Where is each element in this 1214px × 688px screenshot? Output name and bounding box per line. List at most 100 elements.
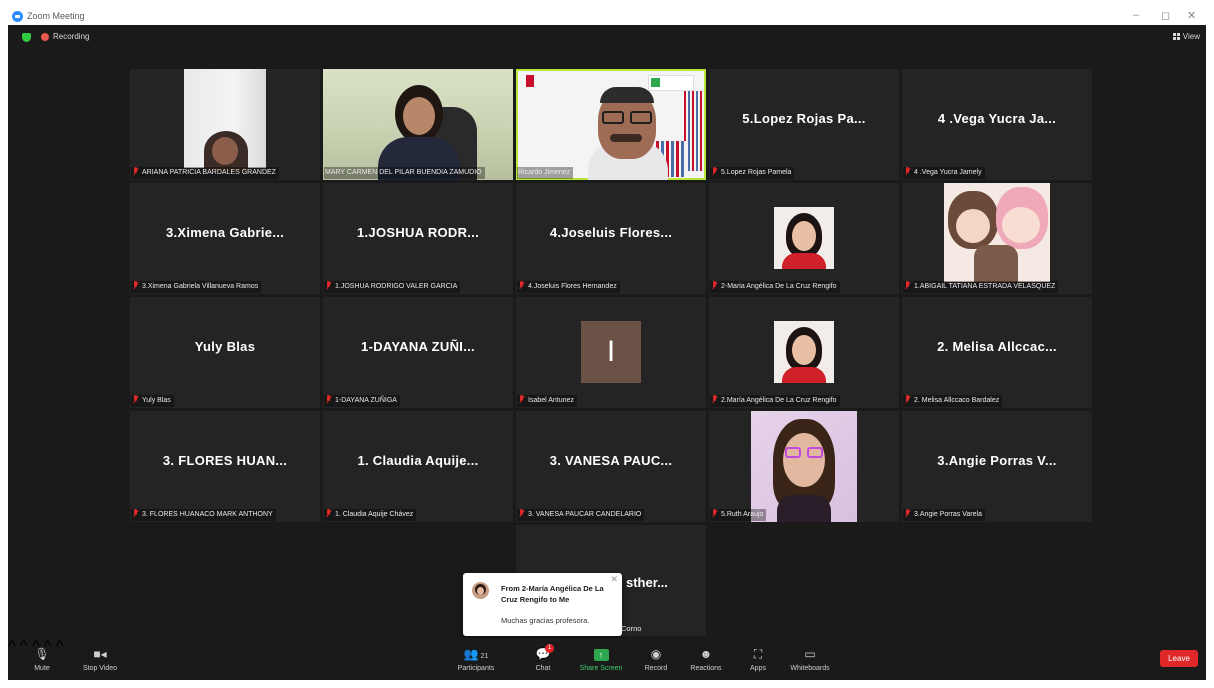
participant-display-name: Yuly Blas (194, 339, 256, 354)
maximize-button[interactable]: ◻ (1161, 9, 1170, 22)
video-options-chevron-icon[interactable]: ^ (20, 638, 28, 655)
sender-avatar (472, 582, 489, 599)
video-tile[interactable]: 5.Lopez Rojas Pa... 5.Lopez Rojas Pamela (709, 69, 899, 180)
participant-name: Ricardo Jimenez (517, 167, 574, 179)
participant-name: 5.Lopez Rojas Pamela (710, 167, 795, 179)
video-tile[interactable]: 1.JOSHUA RODR... 1.JOSHUA RODRIGO VALER … (323, 183, 513, 294)
video-tile[interactable]: 1-DAYANA ZUÑI... 1-DAYANA ZUÑIGA (323, 297, 513, 408)
participant-name: Isabel Antunez (517, 395, 577, 407)
security-shield-icon[interactable] (22, 33, 31, 42)
mic-muted-icon (904, 395, 912, 404)
participants-icon: 👥 21 (463, 647, 489, 661)
recording-label[interactable]: Recording (53, 32, 89, 41)
participant-display-name: 1. Claudia Aquije... (357, 453, 479, 468)
whiteboards-button[interactable]: ▭ Whiteboards (784, 638, 836, 672)
participant-name: 1.JOSHUA RODRIGO VALER GARCIA (324, 281, 461, 293)
participants-button[interactable]: 👥 21 Participants (452, 638, 500, 672)
mic-muted-icon (711, 167, 719, 176)
meeting-top-bar: Recording View (8, 25, 1206, 49)
participant-name: MARY CARMEN DEL PILAR BUENDIA ZAMUDIO (324, 167, 485, 179)
participant-display-name: 3.Ximena Gabrie... (165, 225, 285, 240)
video-tile[interactable]: 1. Claudia Aquije... 1. Claudia Aquije C… (323, 411, 513, 522)
zoom-window: Zoom Meeting – ◻ ✕ Recording View ARIANA… (8, 8, 1206, 680)
chat-unread-badge: 1 (545, 644, 554, 653)
meeting-toolbar: 🎙 Mute ^ ■◂ Stop Video ^ 👥 21 Participant… (8, 638, 1206, 680)
mute-label: Mute (34, 665, 50, 672)
video-tile[interactable]: 4 .Vega Yucra Ja... 4 .Vega Yucra Jamely (902, 69, 1092, 180)
mic-muted-icon (132, 281, 140, 290)
participant-name: Yuly Blas (131, 395, 174, 407)
share-screen-icon: ↑ (574, 647, 628, 661)
participant-display-name: 1-DAYANA ZUÑI... (361, 339, 475, 354)
close-window-button[interactable]: ✕ (1187, 9, 1196, 22)
participant-display-name: 4.Joseluis Flores... (549, 225, 673, 240)
participant-name: 3.Ximena Gabriela Villanueva Ramos (131, 281, 262, 293)
mic-muted-icon (132, 509, 140, 518)
mic-muted-icon (518, 395, 526, 404)
grid-view-icon (1172, 33, 1180, 40)
video-tile[interactable]: 1.ABIGAIL TATIANA ESTRADA VELASQUEZ (902, 183, 1092, 294)
chat-button[interactable]: 💬 Chat (528, 638, 558, 672)
video-tile[interactable]: I Isabel Antunez (516, 297, 706, 408)
apps-icon: ⛶ (753, 647, 763, 661)
participant-display-name: 3. FLORES HUAN... (162, 453, 288, 468)
leave-button[interactable]: Leave (1160, 650, 1198, 667)
participant-name: 2-Maria Angélica De La Cruz Rengifo (710, 281, 840, 293)
participant-name: 2. Melisa Allccaco Bardalez (903, 395, 1003, 407)
mic-muted-icon (904, 281, 912, 290)
profile-picture (944, 183, 1050, 282)
participant-display-name: 2. Melisa Allccac... (937, 339, 1057, 354)
participant-video (518, 71, 704, 180)
participant-name: 1-DAYANA ZUÑIGA (324, 395, 400, 407)
reactions-button[interactable]: ☻ Reactions (685, 638, 727, 672)
share-screen-button[interactable]: ↑ Share Screen (574, 638, 628, 672)
participant-name: 3. FLORES HUANACO MARK ANTHONY (131, 509, 276, 521)
close-notification-button[interactable]: ✕ (610, 574, 618, 585)
participant-name: 3. VANESA PAUCAR CANDELARIO (517, 509, 645, 521)
participant-name: 5.Ruth Araujo (710, 509, 767, 521)
video-tile[interactable]: ARIANA PATRICIA BARDALES GRANDEZ (130, 69, 320, 180)
participant-display-name: 4 .Vega Yucra Ja... (937, 111, 1057, 126)
chat-notification[interactable]: From 2-María Angélica De La Cruz Rengifo… (463, 573, 622, 636)
chat-sender: From 2-María Angélica De La Cruz Rengifo… (501, 584, 604, 604)
record-icon: ◉ (650, 647, 662, 661)
mic-muted-icon (711, 395, 719, 404)
whiteboard-icon: ▭ (804, 647, 816, 661)
participant-name: 3.Angie Porras Varela (903, 509, 985, 521)
stop-video-button[interactable]: ■◂ Stop Video (76, 638, 124, 672)
mic-muted-icon (325, 395, 333, 404)
mic-muted-icon (132, 167, 140, 176)
profile-picture (774, 207, 834, 269)
video-tile[interactable]: 2. Melisa Allccac... 2. Melisa Allccaco … (902, 297, 1092, 408)
video-tile[interactable]: Yuly Blas Yuly Blas (130, 297, 320, 408)
stop-video-label: Stop Video (82, 665, 118, 672)
participants-count: 21 (480, 653, 489, 660)
video-tile[interactable]: 4.Joseluis Flores... 4.Joseluis Flores H… (516, 183, 706, 294)
video-tile[interactable]: 2.María Angélica De La Cruz Rengifo (709, 297, 899, 408)
participant-display-name: sther... (626, 575, 668, 590)
mute-button[interactable]: 🎙 Mute (28, 638, 56, 672)
window-title: Zoom Meeting (27, 11, 85, 21)
share-screen-label: Share Screen (579, 665, 623, 672)
video-camera-icon: ■◂ (93, 647, 107, 661)
video-tile[interactable]: 2-Maria Angélica De La Cruz Rengifo (709, 183, 899, 294)
video-tile[interactable]: 3.Angie Porras V... 3.Angie Porras Varel… (902, 411, 1092, 522)
video-tile[interactable]: 5.Ruth Araujo (709, 411, 899, 522)
participant-video (323, 69, 513, 180)
minimize-button[interactable]: – (1133, 9, 1139, 21)
record-button[interactable]: ◉ Record (641, 638, 671, 672)
participant-video (184, 69, 266, 171)
view-label: View (1182, 32, 1200, 41)
video-tile[interactable]: 3. FLORES HUAN... 3. FLORES HUANACO MARK… (130, 411, 320, 522)
avatar-initial: I (581, 321, 641, 383)
video-tile[interactable]: 3.Ximena Gabrie... 3.Ximena Gabriela Vil… (130, 183, 320, 294)
title-bar: Zoom Meeting – ◻ ✕ (8, 8, 1206, 25)
view-button[interactable]: View (1172, 32, 1200, 41)
video-tile[interactable]: MARY CARMEN DEL PILAR BUENDIA ZAMUDIO (323, 69, 513, 180)
audio-options-chevron-icon[interactable]: ^ (8, 638, 16, 655)
video-tile-active-speaker[interactable]: Ricardo Jimenez (516, 69, 706, 180)
video-tile[interactable]: 3. VANESA PAUC... 3. VANESA PAUCAR CANDE… (516, 411, 706, 522)
reactions-options-chevron-icon[interactable]: ^ (56, 638, 64, 655)
mic-muted-icon (132, 395, 140, 404)
apps-button[interactable]: ⛶ Apps (743, 638, 773, 672)
